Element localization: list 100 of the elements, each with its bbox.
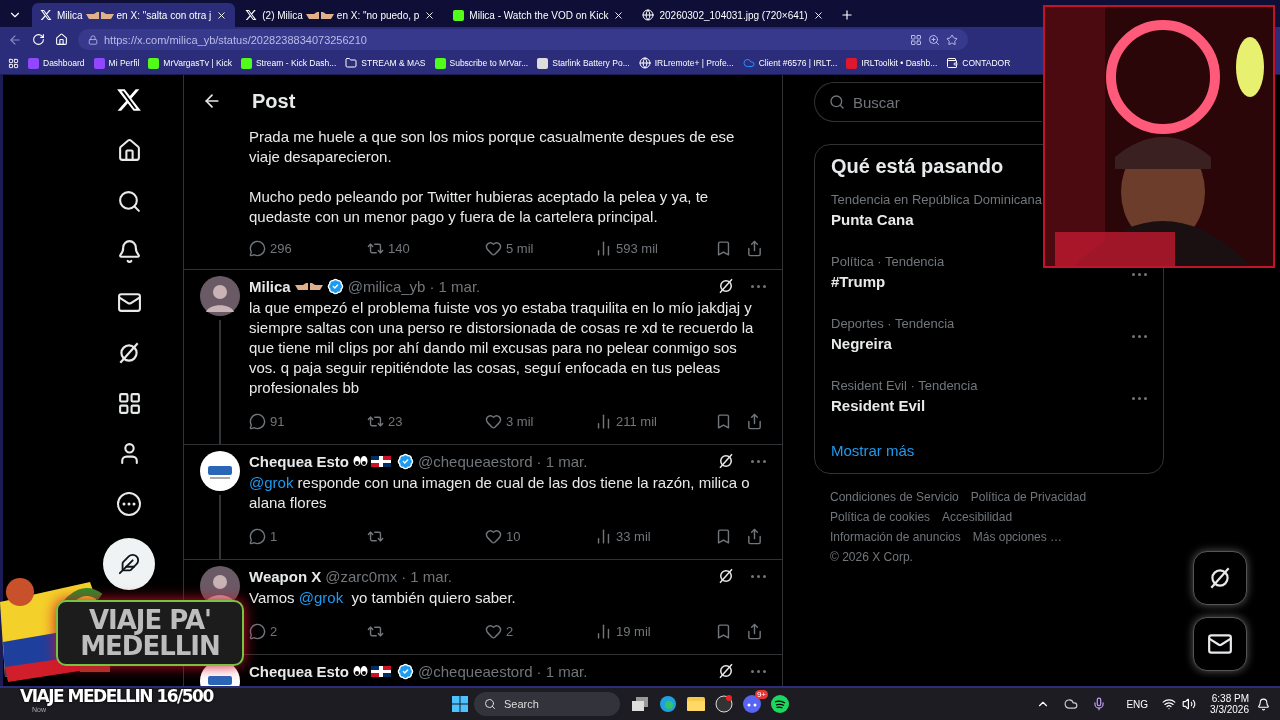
clock-date: 3/3/2026 [1210,704,1249,715]
footer-link[interactable]: Accesibilidad [942,510,1013,524]
x-logo-icon [116,87,142,114]
footer-link[interactable]: Información de anuncios [830,530,961,544]
footer-link[interactable]: Política de cookies [830,510,931,524]
like-count: 5 mil [506,240,534,256]
author-name[interactable]: Chequea Esto [249,452,350,470]
mention-link[interactable]: @grok [298,589,344,606]
grok-button[interactable] [1193,551,1247,605]
view-count: 593 mil [616,240,658,256]
mail-icon [1207,631,1233,657]
heart-icon [485,239,502,257]
card-title: Qué está pasando [831,155,1005,178]
reply-count: 2 [270,623,278,639]
footer-link[interactable]: © 2026 X Corp. [830,550,913,564]
views-icon [595,412,612,430]
windows-logo-icon [452,696,468,712]
bookmark-icon [715,527,732,545]
avatar [200,451,240,491]
bell-icon [116,239,142,265]
heart-icon [485,527,502,545]
post-date: · 1 mar. [536,452,588,470]
pointing-hands-icon [85,9,114,21]
bookmark[interactable]: Subscribe to MrVar... [434,57,529,69]
post-text: Mucho pedo peleando por Twitter hubieras aceptado la pelea y ya, te quedaste con un menor pago y fuera de la cartelera principal. [249,187,710,227]
close-icon [812,9,824,21]
bookmark[interactable]: Starlink Battery Po... [537,57,630,69]
cloud-icon [1064,697,1079,711]
home-icon [116,138,142,164]
footer-link[interactable]: Condiciones de Servicio [830,490,959,504]
notification-badge: 9+ [754,690,768,699]
bookmark[interactable]: MrVargasTv | Kick [148,57,232,69]
zoom-icon [928,33,940,46]
bookmark[interactable]: STREAM & MAS [345,57,426,69]
browser-tab[interactable]: Milica - Watch the VOD on Kick [445,3,633,27]
bookmark[interactable]: Mi Perfil [93,57,140,69]
search-icon [829,94,845,110]
globe-icon [638,57,651,69]
x-logo-icon [40,9,52,21]
share-icon [746,527,763,545]
bookmark[interactable]: CONTADOR [946,57,1011,69]
author-handle: @zarc0mx [325,567,398,585]
share-icon [746,412,763,430]
clock-time: 6:38 PM [1211,693,1249,704]
heart-icon [485,622,502,640]
reply-count: 296 [270,240,292,256]
more-icon[interactable] [117,492,141,517]
trend-context: Política · Tendencia [831,254,945,269]
lock-icon [88,34,98,45]
browser-tab[interactable]: 20260302_104031.jpg (720×641) [634,3,832,27]
bookmark[interactable]: IRLremote+ | Profe... [638,57,734,69]
k-logo-icon [434,57,446,69]
reply-count: 1 [270,528,278,544]
home-icon [55,33,68,46]
reply-text: @grok responde con una imagen de cual de las dos tiene la razón, milica o alana flores [249,473,751,513]
folder-icon [687,697,705,711]
bell-icon [1257,697,1270,711]
browser-tab[interactable]: Milica en X: "salta con otra j [32,3,236,27]
discord-button[interactable]: 9+ [738,690,766,718]
address-bar[interactable]: https://x.com/milica_yb/status/2028238834073256210 [78,29,968,50]
globe-icon [642,9,655,21]
author-handle: @chequeaestord [418,662,533,680]
reply-icon [249,527,266,545]
bookmark[interactable]: Stream - Kick Dash... [240,57,337,69]
pointing-hands-icon [294,280,323,292]
feather-icon [118,552,140,575]
author-name[interactable]: Chequea Esto [249,662,350,680]
network-icon [1162,697,1177,711]
page-title: Post [252,89,296,113]
back-icon [8,32,22,47]
view-count: 211 mil [616,413,657,429]
views-icon [595,239,612,257]
footer-link[interactable]: Más opciones … [972,530,1063,544]
show-more-link[interactable]: Mostrar más [831,442,1147,459]
bookmark[interactable]: Client #6576 | IRLT... [742,57,838,69]
slashed-circle-icon [717,452,735,470]
like-count: 3 mil [506,413,534,429]
cloud-icon [742,57,755,69]
taskbar-search[interactable]: Search [474,692,620,716]
browser-tab[interactable]: (2) Milica en X: "no puedo, p [237,3,444,27]
reply-count: 91 [270,413,285,429]
trend-name[interactable]: Negreira [831,335,955,352]
pointing-hands-icon [305,9,334,21]
trend-name[interactable]: Punta Cana [831,211,1043,228]
search-icon [116,188,142,214]
compose-button[interactable] [103,537,155,590]
trend-name[interactable]: Resident Evil [831,397,978,414]
language-indicator[interactable]: ENG [1126,698,1149,710]
search-icon [484,698,496,710]
author-name[interactable]: Weapon X [249,567,322,585]
mention-link[interactable]: @grok [249,474,294,491]
bookmark[interactable]: IRLToolkit • Dashb... [846,57,938,69]
close-icon [216,9,228,21]
footer-link[interactable]: Política de Privacidad [970,490,1087,504]
trend-name[interactable]: #Trump [831,273,945,290]
bookmark[interactable]: Dashboard [28,57,85,69]
share-icon [746,239,763,257]
author-name[interactable]: Milica [249,277,291,295]
messages-button[interactable] [1193,617,1247,671]
trend-context: Tendencia en República Dominicana [831,192,1043,207]
